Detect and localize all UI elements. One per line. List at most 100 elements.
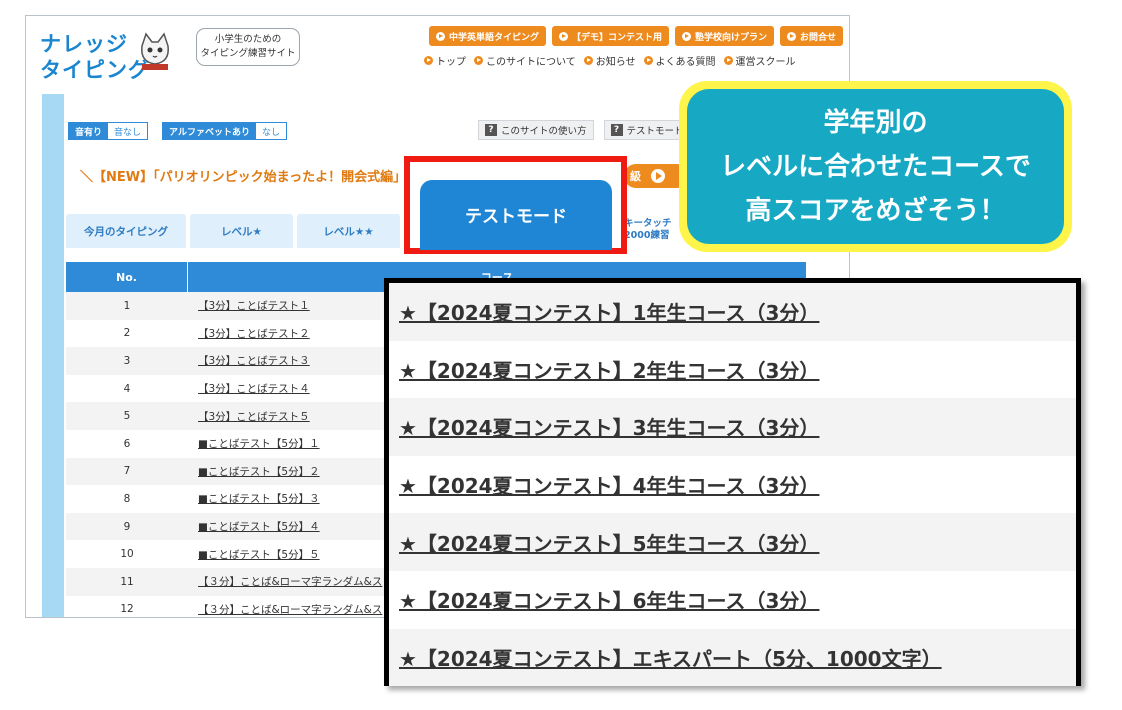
contest-course-row: ★【2024夏コンテスト】5年生コース（3分）: [389, 513, 1076, 571]
arrow-icon: [723, 56, 733, 65]
button-label: 中学英単語タイピング: [449, 32, 540, 43]
nav-school[interactable]: 運営スクール: [723, 53, 796, 68]
alphabet-toggle[interactable]: アルファベットあり なし: [162, 122, 287, 140]
top-button-bar: 中学英単語タイピング 【デモ】コンテスト用 塾学校向けプラン お問合せ: [429, 26, 844, 46]
course-link[interactable]: 【3分】ことばテスト２: [188, 320, 310, 348]
row-number: 9: [123, 520, 131, 533]
alphabet-on-option[interactable]: アルファベットあり: [163, 123, 256, 139]
row-number: 4: [123, 382, 131, 395]
arrow-icon: [424, 56, 433, 65]
site-logo[interactable]: ナレッジ タイピング: [40, 26, 170, 82]
nav-top[interactable]: トップ: [424, 53, 466, 68]
question-icon: ?: [485, 124, 497, 136]
row-number: 10: [120, 548, 134, 561]
contest-course-zoom: ★【2024夏コンテスト】1年生コース（3分） ★【2024夏コンテスト】2年生コ…: [384, 278, 1081, 687]
nav-news[interactable]: お知らせ: [583, 53, 636, 68]
level-tabs: 今月のタイピング レベル★ レベル★★: [66, 214, 400, 248]
play-icon: [682, 31, 692, 41]
school-plan-button[interactable]: 塾学校向けプラン: [675, 26, 775, 46]
contest-course-row: ★【2024夏コンテスト】エキスパート（5分、1000文字）: [389, 628, 1076, 687]
tab-level-1[interactable]: レベル★: [190, 214, 293, 248]
bubble-line1: 学年別の: [823, 107, 928, 138]
contest-course-link[interactable]: ★【2024夏コンテスト】5年生コース（3分）: [399, 528, 819, 557]
course-link[interactable]: 【３分】ことば&ローマ字ランダム&ス: [188, 568, 382, 596]
button-label: 塾学校向けプラン: [695, 32, 768, 43]
sound-off-option[interactable]: 音なし: [108, 123, 148, 139]
contest-demo-button[interactable]: 【デモ】コンテスト用: [552, 26, 670, 46]
nav-label: 運営スクール: [735, 57, 796, 68]
arrow-icon: [643, 56, 653, 65]
play-icon: [559, 31, 569, 41]
contest-course-row: ★【2024夏コンテスト】4年生コース（3分）: [389, 456, 1076, 514]
english-typing-button[interactable]: 中学英単語タイピング: [429, 26, 547, 46]
play-icon: [436, 31, 445, 41]
contest-course-link[interactable]: ★【2024夏コンテスト】1年生コース（3分）: [399, 297, 819, 326]
testmode-help-button[interactable]: ? テストモード: [603, 120, 691, 140]
help-label: このサイトの使い方: [501, 126, 587, 137]
course-link[interactable]: ■ことばテスト【5分】３: [188, 485, 320, 513]
button-label: 【デモ】コンテスト用: [572, 32, 663, 43]
course-link[interactable]: 【3分】ことばテスト４: [188, 375, 310, 403]
tagline-line2: タイピング練習サイト: [200, 48, 296, 59]
bubble-line3: 高スコアをめざそう！: [745, 195, 1006, 226]
nav-about[interactable]: このサイトについて: [474, 53, 576, 68]
contact-button[interactable]: お問合せ: [780, 26, 844, 46]
row-number: 2: [123, 327, 131, 340]
contest-course-link[interactable]: ★【2024夏コンテスト】4年生コース（3分）: [399, 470, 819, 499]
row-number: 11: [120, 575, 134, 588]
course-link[interactable]: 【3分】ことばテスト３: [188, 347, 310, 375]
course-link[interactable]: ■ことばテスト【5分】５: [188, 540, 320, 568]
settings-toggles: 音有り 音なし アルファベットあり なし: [68, 122, 287, 140]
contest-course-link[interactable]: ★【2024夏コンテスト】3年生コース（3分）: [399, 412, 819, 441]
row-number: 6: [123, 437, 131, 450]
button-label: お問合せ: [800, 32, 837, 43]
row-number: 1: [123, 299, 131, 312]
row-number: 8: [123, 492, 131, 505]
tagline-line1: 小学生のための: [214, 34, 282, 45]
grade-button-label: 級: [630, 170, 641, 183]
contest-course-link[interactable]: ★【2024夏コンテスト】エキスパート（5分、1000文字）: [399, 643, 942, 672]
course-link[interactable]: ■ことばテスト【5分】２: [188, 458, 320, 486]
course-link[interactable]: ■ことばテスト【5分】１: [188, 430, 320, 458]
alphabet-off-option[interactable]: なし: [255, 123, 286, 139]
nav-label: よくある質問: [655, 57, 716, 68]
sound-toggle[interactable]: 音有り 音なし: [68, 122, 149, 140]
play-circle-icon: [651, 169, 665, 183]
row-number: 7: [123, 465, 131, 478]
site-tagline: 小学生のための タイピング練習サイト: [196, 28, 300, 66]
arrow-icon: [474, 56, 483, 65]
tab-monthly[interactable]: 今月のタイピング: [66, 214, 186, 248]
promo-canvas: ナレッジ タイピング 小学生のための タイピング練習サイト 中学英単語タイピング…: [0, 0, 1122, 710]
contest-course-row: ★【2024夏コンテスト】2年生コース（3分）: [389, 341, 1076, 399]
nav-label: お知らせ: [595, 57, 636, 68]
testmode-tab[interactable]: テストモード: [420, 180, 612, 250]
arrow-icon: [583, 56, 593, 65]
nav-label: トップ: [436, 57, 466, 68]
help-label: テストモード: [626, 126, 684, 137]
contest-course-row: ★【2024夏コンテスト】6年生コース（3分）: [389, 571, 1076, 629]
course-link[interactable]: 【3分】ことばテスト５: [188, 402, 310, 430]
tab-level-2[interactable]: レベル★★: [297, 214, 400, 248]
course-link[interactable]: ■ことばテスト【5分】４: [188, 513, 320, 541]
row-number: 3: [123, 354, 131, 367]
logo-line2: タイピング: [40, 58, 150, 82]
news-banner[interactable]: ＼【NEW】「パリオリンピック始まったよ！開会式編」コ: [80, 166, 419, 185]
bubble-line2: レベルに合わせたコースで: [720, 151, 1031, 182]
col-no-header: No.: [66, 262, 188, 292]
play-icon: [787, 31, 797, 41]
contest-course-link[interactable]: ★【2024夏コンテスト】2年生コース（3分）: [399, 355, 819, 384]
cat-mascot-icon: [141, 32, 169, 70]
callout-bubble-inner: 学年別の レベルに合わせたコースで 高スコアをめざそう！: [687, 89, 1064, 244]
contest-course-link[interactable]: ★【2024夏コンテスト】6年生コース（3分）: [399, 585, 819, 614]
nav-faq[interactable]: よくある質問: [643, 53, 716, 68]
row-number: 12: [120, 603, 134, 616]
contest-course-row: ★【2024夏コンテスト】1年生コース（3分）: [389, 283, 1076, 341]
sound-on-option[interactable]: 音有り: [69, 123, 109, 139]
nav-label: このサイトについて: [486, 57, 576, 68]
help-links: ? このサイトの使い方 ? テストモード: [478, 120, 691, 140]
course-link[interactable]: 【3分】ことばテスト１: [188, 292, 310, 320]
testmode-highlight: テストモード: [404, 156, 627, 254]
row-number: 5: [123, 410, 131, 423]
usage-help-button[interactable]: ? このサイトの使い方: [478, 120, 594, 140]
course-link[interactable]: 【３分】ことば&ローマ字ランダム&ス: [188, 596, 382, 617]
